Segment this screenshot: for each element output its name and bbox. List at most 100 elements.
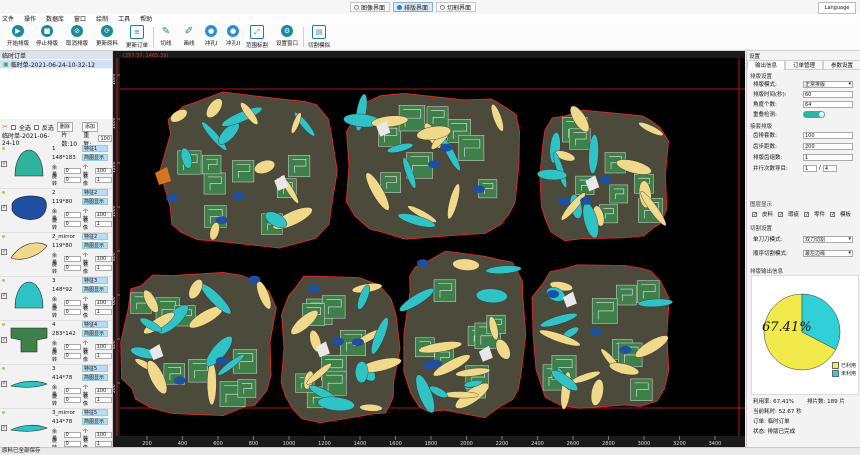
mirror-input[interactable]: 1: [94, 221, 112, 227]
language-button[interactable]: Language: [818, 2, 856, 14]
part-name: 3: [52, 278, 56, 284]
leather-hide[interactable]: [120, 272, 277, 417]
width-input[interactable]: 200: [803, 142, 853, 150]
menu-database[interactable]: 数据库: [46, 14, 64, 23]
cut-order-row: 顺序切割模式: 最左边缘: [753, 249, 857, 257]
feature-button[interactable]: 特征2: [82, 189, 108, 196]
part-thumbnail: [10, 327, 48, 353]
leather-hide[interactable]: [343, 92, 520, 240]
part-name: 2_mirror: [52, 234, 76, 240]
part-checkbox[interactable]: ✓: [1, 425, 7, 431]
tab-param-settings[interactable]: 参数设置: [823, 60, 860, 70]
stop-nesting-button[interactable]: ■ 停止排版: [30, 25, 64, 47]
menu-window[interactable]: 窗口: [74, 14, 86, 23]
status-dot-icon: [2, 323, 5, 326]
preview-button[interactable]: 简图显示: [82, 418, 108, 425]
parallel-input-a[interactable]: 1: [803, 164, 817, 172]
tab-nesting-view[interactable]: 排版界面: [393, 2, 433, 12]
tab-cutting-view[interactable]: 切割界面: [436, 2, 476, 12]
part-row[interactable]: ✓ 1 148*183 特征1 简图显示 余量 0 个数 100 旋转 0 镜像 1: [0, 144, 112, 189]
cut-mode-select[interactable]: 双刀切割: [803, 235, 853, 243]
repeat-input[interactable]: 100: [98, 135, 112, 142]
nest-time-input[interactable]: 60: [803, 90, 853, 98]
preview-button[interactable]: 简图显示: [82, 330, 108, 337]
part-row[interactable]: ✓ 2_mirror 119*80 特征2 简图显示 余量 0 个数 100 旋转 0 镜像 1: [0, 232, 112, 277]
settings-window-button[interactable]: ⚙ 设置窗口: [270, 25, 304, 47]
part-checkbox[interactable]: ✓: [1, 293, 7, 299]
folder-icon: ▣: [3, 60, 9, 68]
display-leather-checkbox[interactable]: ✓: [752, 211, 757, 217]
length-input[interactable]: 100: [803, 131, 853, 139]
menu-draw[interactable]: 绘制: [96, 14, 108, 23]
leather-hide[interactable]: [159, 91, 338, 249]
tab-output-info[interactable]: 输出信息: [747, 60, 785, 70]
feature-button[interactable]: 特征5: [82, 365, 108, 372]
preview-button[interactable]: 简图显示: [82, 374, 108, 381]
menu-file[interactable]: 文件: [2, 14, 14, 23]
parallel-input-b[interactable]: 4: [822, 164, 837, 172]
leather-hide[interactable]: [397, 250, 527, 419]
nest-mode-select[interactable]: 正常排版: [803, 80, 853, 88]
status-dot-icon: [2, 191, 5, 194]
rotation-input[interactable]: 0: [63, 397, 81, 403]
rotation-input[interactable]: 0: [63, 353, 81, 359]
part-rot-row: 旋转0镜像1: [52, 393, 112, 407]
display-template-checkbox[interactable]: ✓: [830, 211, 835, 217]
cut-simulation-button[interactable]: ▤ 切割模拟: [302, 25, 336, 49]
overlap-toggle[interactable]: [803, 110, 825, 118]
feature-button[interactable]: 特征1: [82, 145, 108, 152]
leather-hide[interactable]: [531, 264, 673, 410]
select-all-checkbox[interactable]: [10, 124, 16, 130]
rotation-input[interactable]: 0: [63, 221, 81, 227]
nesting-canvas[interactable]: 200 400 600 800 1000 1200 1400 1600 1800 2000 2200…: [111, 51, 745, 447]
rotation-input[interactable]: 0: [63, 177, 81, 183]
utilization-chart-box: 67.41% 已利用 未利用: [751, 275, 859, 395]
display-part-checkbox[interactable]: ✓: [804, 211, 809, 217]
feature-button[interactable]: 特征2: [82, 233, 108, 240]
mirror-input[interactable]: 1: [94, 177, 112, 183]
order-item[interactable]: ▣ 临时单-2021-06-24-10-32-12: [0, 60, 112, 69]
rotation-input[interactable]: 0: [63, 309, 81, 315]
part-row[interactable]: ✓ 4 283*142 特征4 简图显示 余量 0 个数 100 旋转 0 镜像 1: [0, 320, 112, 365]
preview-button[interactable]: 简图显示: [82, 198, 108, 205]
mirror-input[interactable]: 1: [94, 309, 112, 315]
angle-count-input[interactable]: 64: [803, 100, 853, 108]
part-checkbox[interactable]: ✓: [1, 337, 7, 343]
tab-order-manage[interactable]: 订单管理: [785, 60, 823, 70]
part-checkbox[interactable]: ✓: [1, 381, 7, 387]
part-row[interactable]: ✓ 3 148*92 特征3 简图显示 余量 0 个数 100 旋转 0 镜像 1: [0, 276, 112, 321]
feature-button[interactable]: 特征4: [82, 321, 108, 328]
part-row[interactable]: ✓ 3 414*78 特征5 简图显示 余量 0 个数 100 旋转 0 镜像 1: [0, 364, 112, 409]
display-defect-checkbox[interactable]: ✓: [778, 211, 783, 217]
mirror-input[interactable]: 1: [94, 397, 112, 403]
row-count-input[interactable]: 1: [803, 153, 853, 161]
range-mark-button[interactable]: ⤢ 范围标割: [240, 25, 274, 49]
document-icon: ≡: [130, 25, 144, 39]
cancel-nesting-button[interactable]: ⊘ 取消排版: [60, 25, 94, 47]
rotation-input[interactable]: 0: [63, 265, 81, 271]
part-checkbox[interactable]: ✓: [1, 205, 7, 211]
feature-button[interactable]: 特征3: [82, 277, 108, 284]
leather-hide[interactable]: [537, 103, 669, 242]
menu-operate[interactable]: 操作: [24, 14, 36, 23]
settings-header: 设置: [749, 54, 761, 60]
tab-image-view[interactable]: 图像界面: [350, 2, 390, 12]
mirror-input[interactable]: 1: [94, 353, 112, 359]
part-checkbox[interactable]: ✓: [1, 249, 7, 255]
part-row[interactable]: ✓3_mirror414*78特征5简图显示余量0个数100旋转0镜像1: [0, 408, 112, 447]
invert-checkbox[interactable]: [33, 124, 39, 130]
update-material-button[interactable]: ⟳ 更新原料: [90, 25, 124, 47]
preview-button[interactable]: 简图显示: [82, 286, 108, 293]
feature-button[interactable]: 特征5: [82, 409, 108, 416]
part-checkbox[interactable]: ✓: [1, 161, 7, 167]
preview-button[interactable]: 简图显示: [82, 242, 108, 249]
menu-help[interactable]: 帮助: [140, 14, 152, 23]
preview-button[interactable]: 简图显示: [82, 154, 108, 161]
menu-tools[interactable]: 工具: [118, 14, 130, 23]
part-row[interactable]: ✓ 2 119*80 特征2 简图显示 余量 0 个数 100 旋转 0 镜像 1: [0, 188, 112, 233]
mirror-input[interactable]: 1: [94, 265, 112, 271]
gear-icon: ⚙: [281, 25, 293, 37]
leather-hide[interactable]: [280, 275, 403, 424]
nested-part-blue: [472, 185, 485, 194]
cut-order-select[interactable]: 最左边缘: [803, 249, 853, 257]
